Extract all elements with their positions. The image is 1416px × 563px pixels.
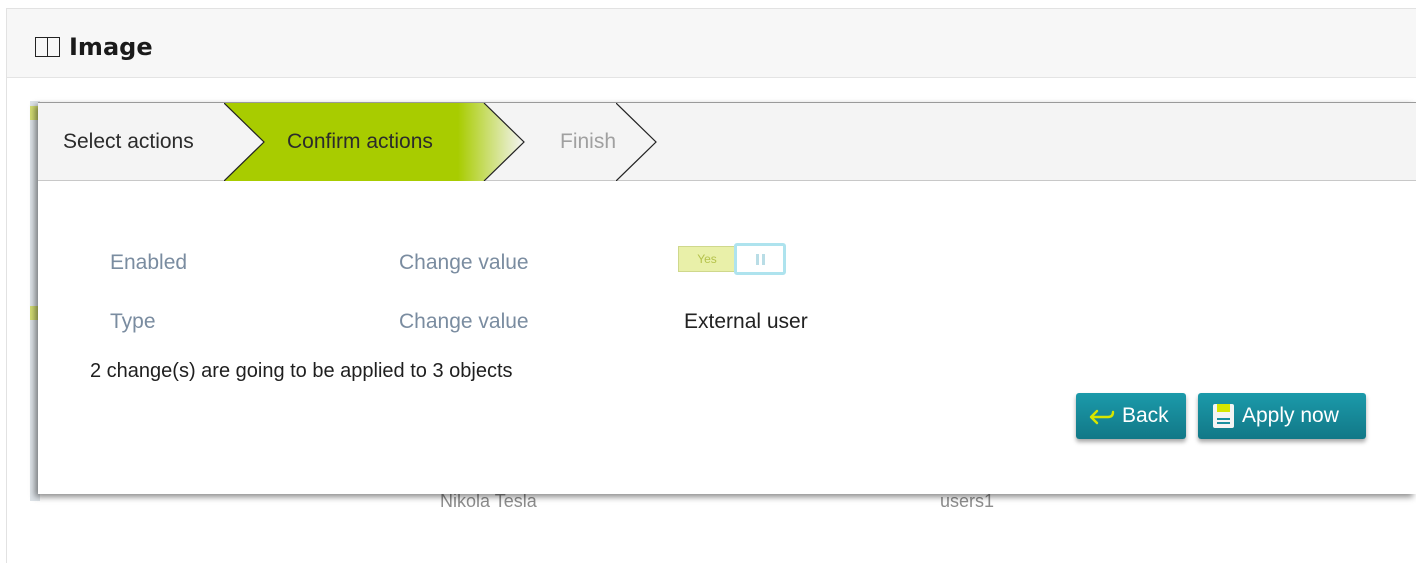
change-value-type: External user	[684, 310, 808, 333]
enabled-toggle[interactable]: Yes	[678, 243, 786, 275]
step-select-actions[interactable]: Select actions	[63, 103, 194, 181]
image-icon	[34, 36, 62, 58]
back-arrow-icon	[1089, 409, 1115, 425]
change-action-enabled: Change value	[399, 251, 529, 274]
change-field-enabled: Enabled	[110, 251, 188, 274]
change-action-type: Change value	[399, 310, 529, 333]
panel-header: Image	[7, 9, 1416, 78]
summary-text: 2 change(s) are going to be applied to 3…	[90, 360, 513, 382]
confirm-actions-dialog: Select actions Confirm actions Finish En…	[38, 102, 1416, 494]
change-field-type: Type	[110, 310, 156, 333]
step-chevron	[616, 103, 657, 181]
background-row-group: users1	[940, 491, 995, 511]
back-button[interactable]: Back	[1076, 393, 1186, 439]
panel-title: Image	[34, 33, 153, 61]
background-row-name: Nikola Tesla	[440, 491, 537, 511]
save-icon	[1213, 404, 1234, 428]
back-button-label: Back	[1122, 404, 1169, 427]
step-confirm-actions[interactable]: Confirm actions	[287, 103, 433, 181]
toggle-knob[interactable]	[734, 243, 786, 275]
toggle-yes-label: Yes	[678, 246, 736, 272]
apply-now-label: Apply now	[1242, 404, 1339, 427]
step-finish[interactable]: Finish	[560, 103, 616, 181]
apply-now-button[interactable]: Apply now	[1198, 393, 1366, 439]
wizard-steps: Select actions Confirm actions Finish	[38, 103, 1416, 181]
panel-title-text: Image	[69, 33, 153, 61]
